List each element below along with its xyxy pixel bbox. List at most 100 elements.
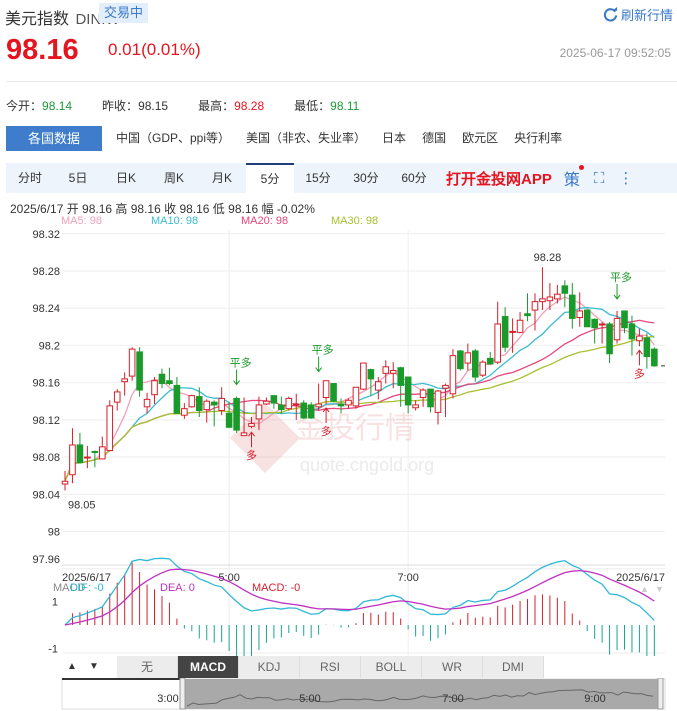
candle[interactable]	[449, 349, 457, 399]
scroll-up-arrow[interactable]: ▲	[61, 656, 83, 678]
country-tab[interactable]: 各国数据	[6, 126, 102, 151]
candle[interactable]	[643, 333, 651, 369]
period-tab[interactable]: 5分	[246, 163, 294, 193]
country-tab[interactable]: 中国（GDP、ppi等）	[108, 126, 238, 151]
more-icon[interactable]: ⋮	[618, 169, 633, 187]
period-tab[interactable]: 30分	[342, 164, 390, 192]
candle[interactable]	[315, 383, 322, 411]
period-tab[interactable]: 60分	[390, 164, 438, 192]
candle-body	[583, 309, 591, 328]
candle[interactable]	[181, 403, 188, 419]
candle[interactable]	[524, 293, 531, 322]
candle[interactable]	[136, 347, 143, 397]
indicator-tabs: ▲ ▼ 无 MACD KDJ RSI BOLL WR DMI	[61, 656, 544, 678]
country-tab[interactable]: 日本	[374, 126, 414, 151]
candle[interactable]	[166, 367, 173, 386]
kline-chart[interactable]: 98.32 98.28 98.24 98.2 98.16 98.12 98.08 98.04 9…	[0, 228, 677, 656]
country-tab[interactable]: 美国（非农、失业率）	[238, 126, 374, 151]
candle[interactable]	[99, 436, 106, 460]
candle[interactable]	[352, 386, 360, 409]
candle-body	[330, 383, 337, 402]
candle[interactable]	[479, 360, 487, 378]
candle[interactable]	[457, 350, 464, 371]
period-tab[interactable]: 周K	[150, 164, 198, 192]
candle[interactable]	[69, 428, 76, 484]
candle[interactable]	[501, 307, 509, 352]
candle[interactable]	[404, 376, 412, 414]
candle-body	[464, 352, 472, 364]
indicator-tab[interactable]: WR	[422, 656, 483, 678]
candle[interactable]	[516, 311, 524, 334]
candle[interactable]	[419, 388, 427, 407]
candle[interactable]	[76, 432, 84, 464]
candle[interactable]	[151, 377, 158, 405]
candle[interactable]	[106, 400, 114, 452]
navigator-right-handle[interactable]	[657, 678, 664, 710]
candle[interactable]	[598, 322, 606, 344]
candle[interactable]	[427, 388, 434, 413]
candle[interactable]	[412, 400, 419, 411]
indicator-tab[interactable]: RSI	[300, 656, 361, 678]
navigator-left-handle[interactable]	[179, 678, 186, 710]
candle[interactable]	[307, 402, 315, 419]
candle[interactable]	[61, 471, 69, 491]
candle[interactable]	[434, 390, 442, 425]
period-tab[interactable]: 5日	[54, 164, 102, 192]
candle[interactable]	[322, 380, 330, 405]
candle-body	[225, 412, 233, 428]
strategy-button[interactable]: 策	[564, 165, 584, 190]
candle[interactable]	[651, 347, 658, 367]
candle[interactable]	[464, 343, 472, 371]
fullscreen-icon[interactable]: ⛶	[594, 170, 605, 187]
period-tab[interactable]: 15分	[294, 164, 342, 192]
candle[interactable]	[636, 328, 643, 347]
candle[interactable]	[583, 309, 591, 328]
indicator-tab[interactable]: 无	[117, 656, 178, 678]
candle[interactable]	[606, 322, 613, 364]
indicator-tab[interactable]: BOLL	[361, 656, 422, 678]
candle[interactable]	[494, 301, 501, 364]
candle[interactable]	[360, 362, 367, 391]
candle[interactable]	[121, 372, 128, 396]
candle[interactable]	[539, 267, 546, 311]
period-tab[interactable]: 分时	[6, 164, 54, 192]
arrow-up-icon	[636, 349, 643, 366]
candle[interactable]	[285, 396, 293, 411]
candle[interactable]	[113, 389, 121, 411]
candle[interactable]	[128, 347, 136, 381]
candle[interactable]	[442, 383, 449, 418]
candle[interactable]	[591, 318, 598, 344]
period-tab[interactable]: 月K	[198, 164, 246, 192]
candle[interactable]	[382, 360, 390, 384]
open-app-link[interactable]: 打开金投网APP	[446, 168, 552, 189]
indicator-tab[interactable]: DMI	[483, 656, 544, 678]
country-tab[interactable]: 欧元区	[454, 126, 506, 151]
country-tab[interactable]: 德国	[414, 126, 454, 151]
candle[interactable]	[270, 395, 278, 409]
candle[interactable]	[143, 392, 151, 414]
country-tab[interactable]: 央行利率	[506, 126, 570, 151]
candle[interactable]	[278, 396, 285, 414]
candle[interactable]	[561, 280, 569, 308]
period-tab[interactable]: 日K	[102, 164, 150, 192]
candle[interactable]	[158, 368, 166, 389]
indicator-tab[interactable]: MACD	[178, 656, 239, 678]
macd-down-arrow[interactable]: ▼	[655, 584, 664, 594]
candle[interactable]	[210, 400, 218, 427]
candle[interactable]	[188, 394, 196, 408]
scroll-down-arrow[interactable]: ▼	[83, 656, 105, 678]
candle[interactable]	[233, 396, 240, 433]
candle[interactable]	[568, 283, 576, 329]
range-navigator[interactable]: 3:00 5:00 7:00 9:00	[0, 678, 677, 711]
candle[interactable]	[345, 398, 352, 409]
candle[interactable]	[84, 445, 91, 469]
candle[interactable]	[263, 397, 270, 405]
candle[interactable]	[472, 349, 479, 382]
refresh-button[interactable]: 刷新行情	[603, 5, 673, 24]
candle[interactable]	[330, 383, 337, 403]
candle[interactable]	[486, 351, 494, 365]
candle[interactable]	[300, 400, 308, 419]
indicator-tab[interactable]: KDJ	[239, 656, 300, 678]
candle[interactable]	[218, 387, 225, 416]
arrow-down-icon	[613, 283, 621, 300]
